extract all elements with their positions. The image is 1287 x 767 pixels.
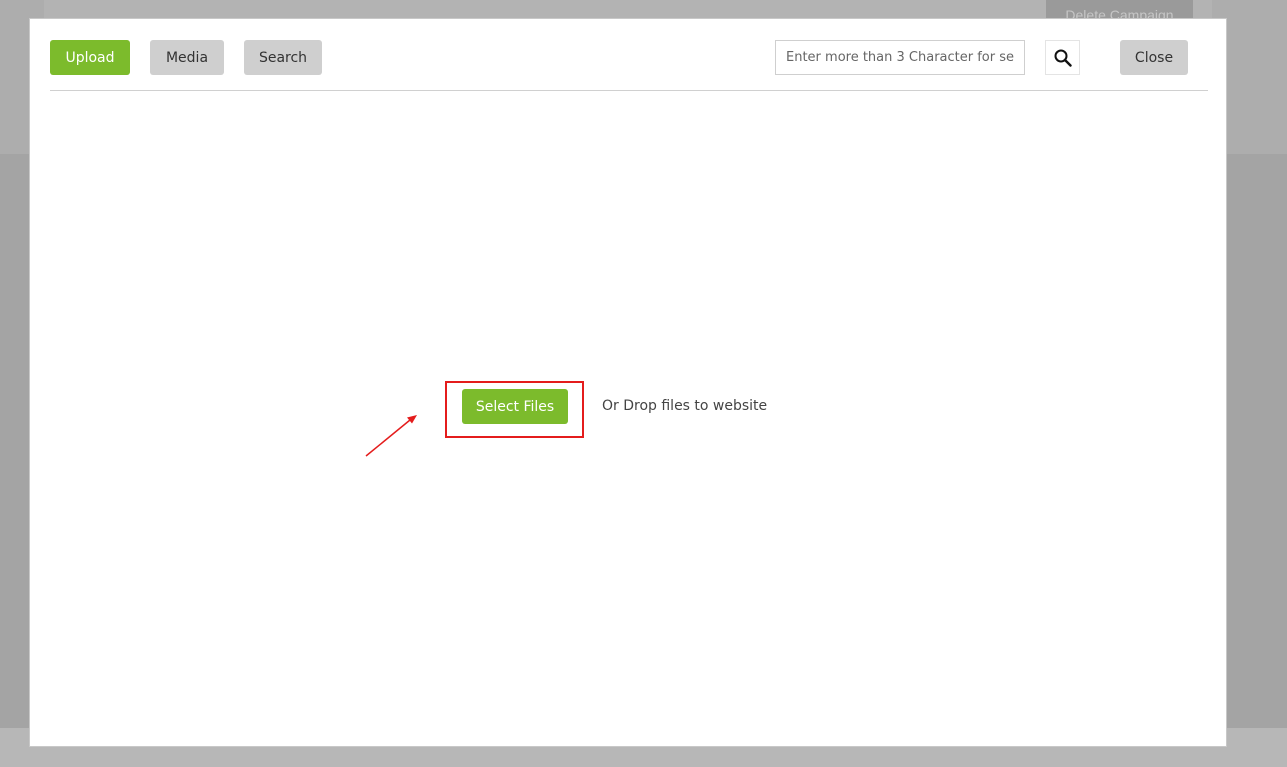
search-submit-button[interactable] — [1045, 40, 1080, 75]
delete-campaign-button: Delete Campaign — [1046, 0, 1193, 18]
select-files-button[interactable]: Select Files — [462, 389, 568, 424]
media-tab-button[interactable]: Media — [150, 40, 224, 75]
search-icon — [1054, 49, 1072, 67]
search-input[interactable] — [775, 40, 1025, 75]
search-tab-button[interactable]: Search — [244, 40, 322, 75]
close-button[interactable]: Close — [1120, 40, 1188, 75]
drop-files-text: Or Drop files to website — [602, 398, 768, 414]
modal-toolbar: Upload Media Search Close — [50, 40, 1208, 91]
background-card — [44, 0, 1212, 18]
annotation-arrow-icon — [365, 415, 417, 457]
media-modal: Upload Media Search Close Select Files O… — [29, 18, 1227, 747]
upload-tab-button[interactable]: Upload — [50, 40, 130, 75]
